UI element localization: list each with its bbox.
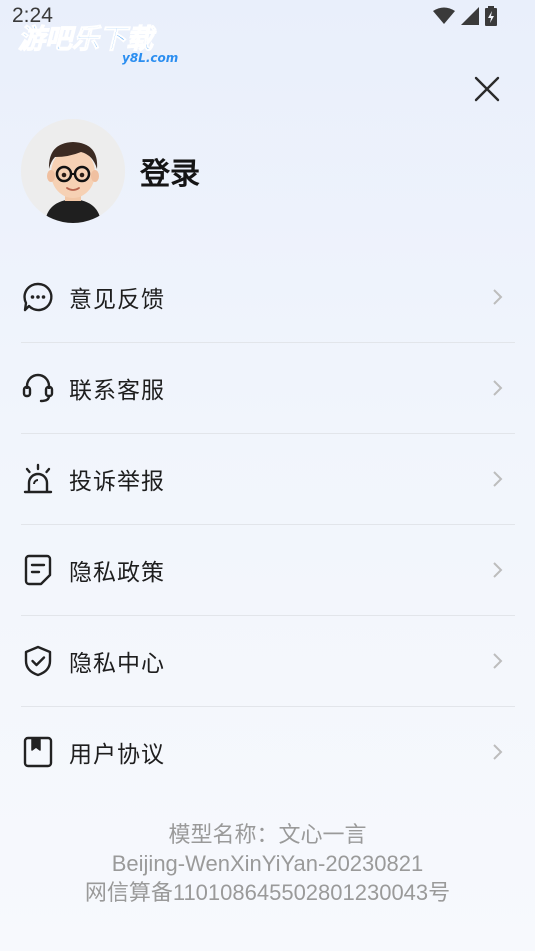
chevron-right-icon — [493, 289, 503, 305]
battery-icon — [485, 6, 497, 26]
filing-number-text: 网信算备110108645502801230043号 — [84, 880, 451, 905]
settings-menu: 意见反馈 联系客服 投诉举报 隐私政策 隐私中心 用户协议 — [21, 252, 515, 797]
chevron-right-icon — [493, 471, 503, 487]
menu-item-user-agreement[interactable]: 用户协议 — [21, 706, 515, 797]
menu-item-label: 联系客服 — [69, 378, 165, 404]
chevron-right-icon — [493, 653, 503, 669]
shield-check-icon — [21, 644, 55, 678]
menu-item-privacy-policy[interactable]: 隐私政策 — [21, 524, 515, 615]
alarm-icon — [21, 462, 55, 496]
watermark-logo: 游吧乐下载 y8L.com — [18, 24, 178, 66]
document-icon — [21, 553, 55, 587]
menu-item-report[interactable]: 投诉举报 — [21, 433, 515, 524]
feedback-chat-icon — [21, 280, 55, 314]
avatar-icon — [21, 119, 125, 223]
menu-item-label: 用户协议 — [69, 742, 165, 768]
bookmark-book-icon — [21, 735, 55, 769]
menu-item-label: 隐私中心 — [69, 651, 165, 677]
wifi-icon — [433, 7, 455, 24]
login-profile[interactable]: 登录 — [21, 119, 200, 223]
login-label: 登录 — [140, 157, 200, 192]
avatar — [21, 119, 125, 223]
menu-item-label: 意见反馈 — [69, 287, 165, 313]
headset-icon — [21, 371, 55, 405]
model-name-text: 模型名称：文心一言 — [168, 822, 367, 847]
chevron-right-icon — [493, 380, 503, 396]
menu-item-customer-service[interactable]: 联系客服 — [21, 342, 515, 433]
svg-text:y8L.com: y8L.com — [122, 51, 178, 65]
footer-info: 模型名称：文心一言 Beijing-WenXinYiYan-20230821 网… — [0, 820, 535, 907]
close-icon[interactable] — [470, 72, 504, 106]
menu-item-label: 隐私政策 — [69, 560, 165, 586]
model-id-text: Beijing-WenXinYiYan-20230821 — [111, 851, 424, 876]
menu-item-label: 投诉举报 — [69, 469, 165, 495]
chevron-right-icon — [493, 562, 503, 578]
chevron-right-icon — [493, 744, 503, 760]
cellular-signal-icon — [461, 7, 479, 25]
status-icons — [433, 6, 497, 26]
menu-item-privacy-center[interactable]: 隐私中心 — [21, 615, 515, 706]
menu-item-feedback[interactable]: 意见反馈 — [21, 252, 515, 342]
